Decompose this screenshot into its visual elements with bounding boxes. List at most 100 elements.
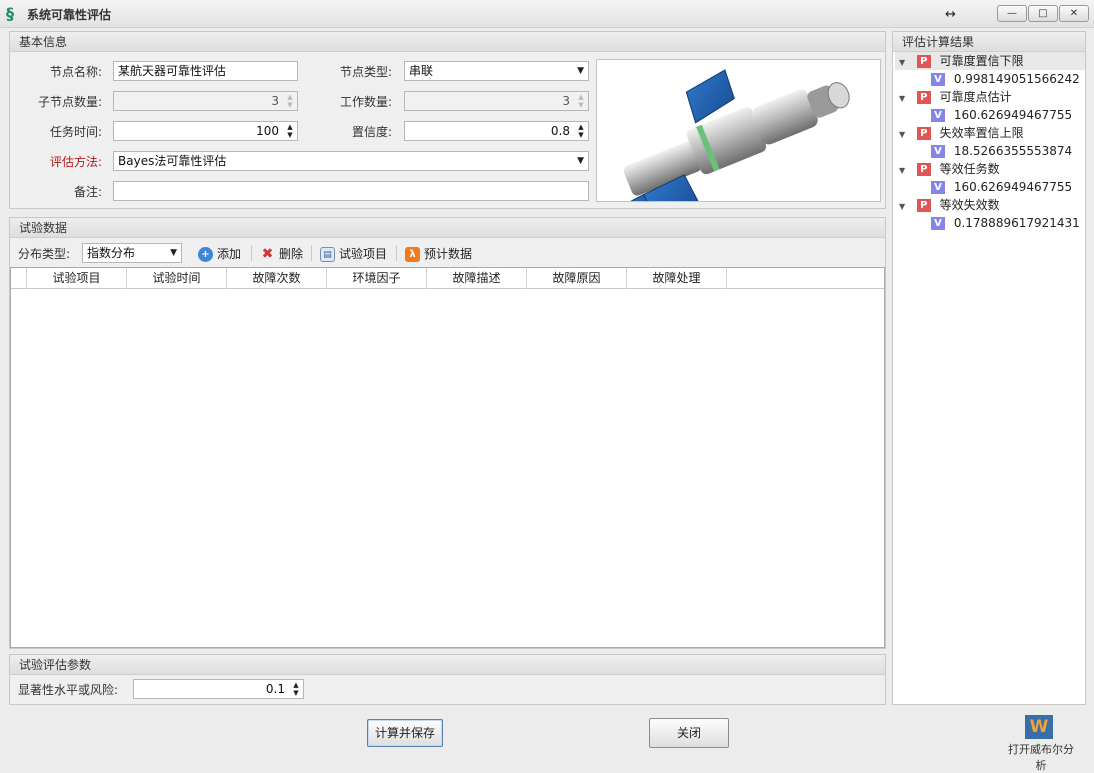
tree-item-value[interactable]: V 18.5266355553874: [931, 142, 1072, 160]
tree-item-param[interactable]: ▼ P 可靠度点估计: [895, 88, 1012, 106]
tree-item-value[interactable]: V 160.626949467755: [931, 106, 1072, 124]
title-bar: § 系统可靠性评估 ↔ — □ ✕: [0, 0, 1094, 28]
chevron-down-icon[interactable]: ▼: [577, 152, 584, 170]
test-data-header: 试验数据: [10, 218, 885, 238]
resize-arrows-icon[interactable]: ↔: [945, 7, 956, 22]
mission-time-label: 任务时间:: [49, 125, 102, 139]
add-label: 添加: [217, 247, 242, 261]
column-header[interactable]: 环境因子: [327, 268, 427, 289]
estimate-data-button[interactable]: λ 预计数据: [405, 243, 472, 265]
eval-params-header: 试验评估参数: [10, 655, 885, 675]
column-header[interactable]: 试验项目: [27, 268, 127, 289]
add-button[interactable]: + 添加: [198, 243, 241, 265]
delete-icon: ✖: [261, 245, 274, 262]
tree-item-value[interactable]: V 0.998149051566242: [931, 70, 1080, 88]
basic-info-header: 基本信息: [10, 32, 885, 52]
toolbar-divider: [251, 245, 252, 261]
spinner-icon[interactable]: ▲ ▼: [285, 123, 295, 139]
close-icon: ✕: [1069, 8, 1079, 19]
param-badge-icon: P: [916, 163, 931, 176]
delete-button[interactable]: ✖ 删除: [260, 243, 303, 265]
method-select[interactable]: Bayes法可靠性评估 ▼: [113, 151, 589, 171]
param-badge-icon: P: [916, 199, 931, 212]
work-count-value: 3: [562, 94, 570, 108]
spinner-icon[interactable]: ▲ ▼: [576, 123, 586, 139]
work-count-label: 工作数量:: [339, 95, 392, 109]
column-header[interactable]: 试验时间: [127, 268, 227, 289]
alpha-input[interactable]: 0.1 ▲ ▼: [133, 679, 304, 699]
open-weibull-button[interactable]: W 打开威布尔分析: [1004, 714, 1078, 772]
node-type-value: 串联: [409, 64, 434, 78]
test-items-button[interactable]: ▤ 试验项目: [320, 243, 387, 265]
remark-label: 备注:: [73, 185, 102, 199]
spinner-icon: ▲ ▼: [287, 93, 293, 109]
calc-save-button[interactable]: 计算并保存: [367, 719, 443, 747]
dist-type-select[interactable]: 指数分布 ▼: [82, 243, 182, 263]
toolbar-divider: [311, 245, 312, 261]
alpha-label: 显著性水平或风险:: [18, 683, 119, 697]
maximize-icon: □: [1038, 8, 1048, 19]
delete-label: 删除: [279, 247, 304, 261]
column-header[interactable]: 故障处理: [627, 268, 727, 289]
expand-icon[interactable]: ▼: [899, 90, 909, 108]
param-badge-icon: P: [916, 55, 931, 68]
close-button[interactable]: 关闭: [649, 718, 729, 748]
toolbar-divider: [396, 245, 397, 261]
expand-icon[interactable]: ▼: [899, 162, 909, 180]
tree-item-value[interactable]: V 160.626949467755: [931, 178, 1072, 196]
results-header: 评估计算结果: [893, 32, 1085, 52]
node-type-select[interactable]: 串联 ▼: [404, 61, 589, 81]
test-items-label: 试验项目: [339, 247, 388, 261]
column-header[interactable]: 故障次数: [227, 268, 327, 289]
spinner-icon[interactable]: ▲ ▼: [291, 681, 301, 697]
value-badge-icon: V: [931, 73, 945, 86]
chevron-down-icon[interactable]: ▼: [577, 62, 584, 80]
grid-header: 试验项目 试验时间 故障次数 环境因子 故障描述 故障原因 故障处理: [11, 268, 884, 289]
confidence-input[interactable]: 0.8 ▲ ▼: [404, 121, 589, 141]
child-count-input: 3 ▲ ▼: [113, 91, 298, 111]
column-header[interactable]: 故障描述: [427, 268, 527, 289]
close-window-button[interactable]: ✕: [1059, 5, 1089, 22]
weibull-label: 打开威布尔分析: [1008, 743, 1074, 772]
dist-type-label: 分布类型:: [18, 247, 71, 261]
chevron-down-icon[interactable]: ▼: [170, 244, 177, 262]
param-name: 等效失效数: [939, 198, 1000, 212]
window-title: 系统可靠性评估: [27, 8, 112, 22]
child-count-value: 3: [271, 94, 279, 108]
tree-item-param[interactable]: ▼ P 可靠度置信下限: [895, 52, 1085, 70]
param-value: 160.626949467755: [953, 180, 1073, 194]
weibull-logo-icon: W: [1025, 715, 1053, 739]
spacecraft-image: [596, 59, 881, 240]
minimize-icon: —: [1007, 8, 1017, 19]
node-name-label: 节点名称:: [49, 65, 102, 79]
maximize-button[interactable]: □: [1028, 5, 1058, 22]
method-value: Bayes法可靠性评估: [118, 154, 227, 168]
value-badge-icon: V: [931, 217, 945, 230]
minimize-button[interactable]: —: [997, 5, 1027, 22]
node-name-input[interactable]: 某航天器可靠性评估: [113, 61, 298, 81]
dist-type-value: 指数分布: [87, 246, 136, 260]
mission-time-input[interactable]: 100 ▲ ▼: [113, 121, 298, 141]
expand-icon[interactable]: ▼: [899, 126, 909, 144]
value-badge-icon: V: [931, 109, 945, 122]
expand-icon[interactable]: ▼: [899, 198, 909, 216]
tree-item-param[interactable]: ▼ P 等效失效数: [895, 196, 1000, 214]
alpha-value: 0.1: [265, 682, 285, 696]
param-name: 等效任务数: [939, 162, 1000, 176]
param-badge-icon: P: [916, 91, 931, 104]
grid-indicator-column: [11, 268, 27, 289]
test-items-icon: ▤: [320, 246, 335, 262]
work-count-input: 3 ▲ ▼: [404, 91, 589, 111]
lambda-icon: λ: [405, 246, 420, 262]
spinner-icon: ▲ ▼: [578, 93, 584, 109]
value-badge-icon: V: [931, 145, 945, 158]
remark-input[interactable]: [113, 181, 589, 201]
add-icon: +: [198, 246, 213, 262]
tree-item-value[interactable]: V 0.178889617921431: [931, 214, 1080, 232]
confidence-label: 置信度:: [351, 125, 392, 139]
test-data-grid[interactable]: 试验项目 试验时间 故障次数 环境因子 故障描述 故障原因 故障处理: [10, 267, 885, 648]
tree-item-param[interactable]: ▼ P 失效率置信上限: [895, 124, 1024, 142]
expand-icon[interactable]: ▼: [899, 54, 909, 72]
column-header[interactable]: 故障原因: [527, 268, 627, 289]
tree-item-param[interactable]: ▼ P 等效任务数: [895, 160, 1000, 178]
